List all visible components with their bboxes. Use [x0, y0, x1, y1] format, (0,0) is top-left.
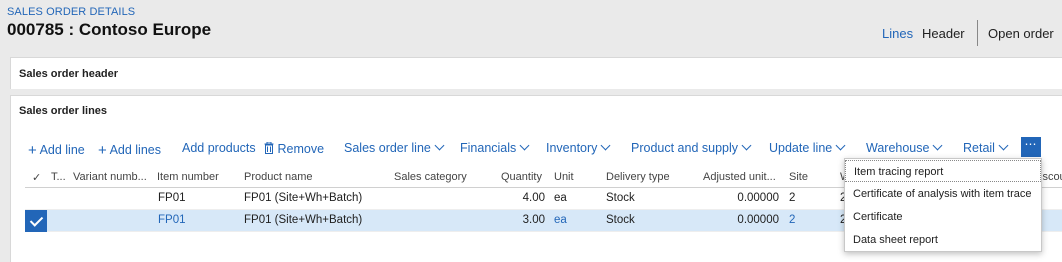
breadcrumb[interactable]: SALES ORDER DETAILS — [7, 6, 135, 18]
column-header-site[interactable]: Site — [789, 171, 808, 183]
column-header-quantity[interactable]: Quantity — [501, 171, 542, 183]
chevron-down-icon — [600, 140, 611, 151]
adjusted-unit-price-cell: 0.00000 — [737, 192, 779, 204]
quantity-cell[interactable]: 4.00 — [495, 192, 545, 204]
section-title-header: Sales order header — [19, 68, 119, 80]
menu-item-certificate-of-analysis[interactable]: Certificate of analysis with item trace — [845, 183, 1041, 205]
site-cell[interactable]: 2 — [789, 214, 795, 226]
item-number-cell[interactable]: FP01 — [158, 192, 186, 204]
menu-item-item-tracing-report[interactable]: Item tracing report — [845, 160, 1041, 182]
plus-icon: + — [28, 142, 37, 159]
column-header-unit[interactable]: Unit — [554, 171, 574, 183]
column-header-adjusted-unit-price[interactable]: Adjusted unit... — [703, 171, 776, 183]
item-number-cell[interactable]: FP01 — [158, 214, 186, 226]
chevron-down-icon — [998, 140, 1009, 151]
row-select-checkbox[interactable] — [25, 188, 47, 210]
add-products-button[interactable]: Add products — [182, 141, 256, 155]
site-cell[interactable]: 2 — [789, 192, 795, 204]
column-header-item-number[interactable]: Item number — [157, 171, 219, 183]
column-header-type[interactable]: T... — [51, 171, 66, 183]
column-header-product-name[interactable]: Product name — [244, 171, 312, 183]
section-title-lines[interactable]: Sales order lines — [19, 105, 107, 117]
unit-cell[interactable]: ea — [554, 214, 567, 226]
menu-item-certificate[interactable]: Certificate — [845, 206, 1041, 228]
column-header-discount[interactable]: iscoun — [1040, 171, 1062, 183]
product-name-cell: FP01 (Site+Wh+Batch) — [244, 192, 363, 204]
remove-button[interactable]: Remove — [264, 141, 324, 156]
view-header-link[interactable]: Header — [922, 26, 965, 41]
chevron-down-icon — [933, 140, 943, 151]
page-header: SALES ORDER DETAILS 000785 : Contoso Eur… — [0, 0, 1062, 58]
financials-menu[interactable]: Financials — [460, 140, 530, 155]
delivery-type-cell[interactable]: Stock — [606, 214, 635, 226]
view-open-order-link[interactable]: Open order — [988, 26, 1054, 41]
sales-order-line-menu[interactable]: Sales order line — [344, 140, 445, 155]
quantity-cell[interactable]: 3.00 — [495, 214, 545, 226]
retail-menu[interactable]: Retail — [963, 140, 1009, 155]
inventory-menu[interactable]: Inventory — [546, 140, 611, 155]
unit-cell[interactable]: ea — [554, 192, 567, 204]
row-select-checkbox[interactable] — [25, 210, 47, 232]
view-lines-link[interactable]: Lines — [882, 26, 913, 41]
adjusted-unit-price-cell: 0.00000 — [737, 214, 779, 226]
select-all-checkmark-icon[interactable]: ✓ — [32, 171, 41, 184]
update-line-menu[interactable]: Update line — [769, 140, 846, 155]
column-header-delivery-type[interactable]: Delivery type — [606, 171, 670, 183]
add-line-button[interactable]: + Add line — [28, 141, 85, 159]
column-header-variant-number[interactable]: Variant numb... — [73, 171, 147, 183]
chevron-down-icon — [434, 140, 445, 151]
view-switcher: Lines Header Open order — [0, 26, 1062, 44]
trash-icon — [264, 141, 274, 154]
more-options-dropdown: Item tracing report Certificate of analy… — [844, 158, 1042, 252]
add-lines-button[interactable]: + Add lines — [98, 141, 161, 159]
delivery-type-cell[interactable]: Stock — [606, 192, 635, 204]
product-name-cell: FP01 (Site+Wh+Batch) — [244, 214, 363, 226]
menu-item-data-sheet-report[interactable]: Data sheet report — [845, 229, 1041, 251]
plus-multiple-icon: + — [98, 142, 107, 159]
more-options-button[interactable]: ⋯ — [1021, 137, 1041, 157]
chevron-down-icon — [519, 140, 530, 151]
ellipsis-icon: ⋯ — [1024, 137, 1038, 151]
column-header-sales-category[interactable]: Sales category — [394, 171, 467, 183]
chevron-down-icon — [835, 140, 846, 151]
product-and-supply-menu[interactable]: Product and supply — [631, 140, 752, 155]
warehouse-menu[interactable]: Warehouse — [866, 140, 943, 155]
sales-order-header-section[interactable]: Sales order header — [10, 57, 1062, 89]
chevron-down-icon — [741, 140, 752, 151]
view-divider — [977, 20, 978, 46]
lines-toolbar: + Add line + Add lines Add products Remo… — [0, 139, 1062, 159]
